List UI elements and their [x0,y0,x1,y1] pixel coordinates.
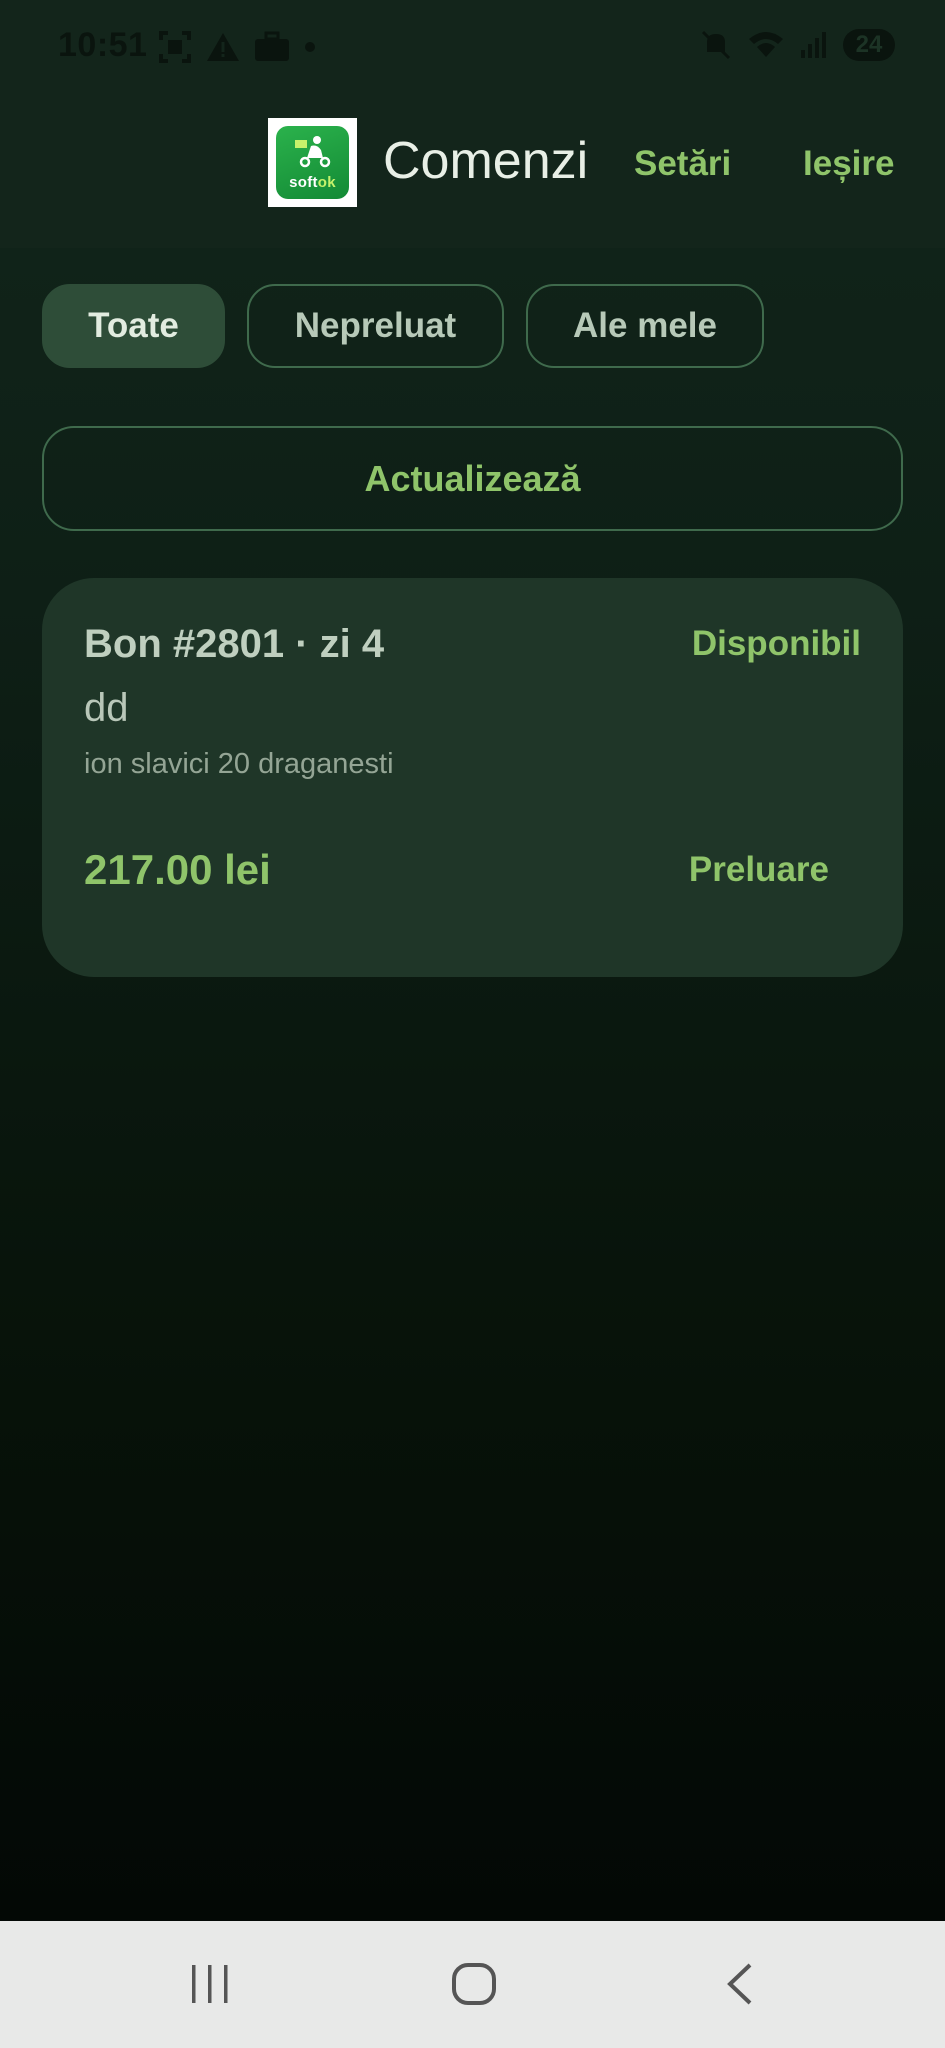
status-bar: 10:51 24 [0,0,945,98]
order-address: ion slavici 20 draganesti [84,748,394,780]
order-title: Bon #2801 · zi 4 [84,622,385,666]
order-status-badge: Disponibil [691,624,861,663]
recent-apps-icon[interactable] [188,1959,232,2009]
settings-link[interactable]: Setări [634,144,731,184]
wifi-icon [749,32,783,57]
screenshot-icon [159,31,191,63]
briefcase-icon [255,31,289,61]
dot-icon [305,42,315,52]
signal-icon [801,32,826,58]
claim-order-button[interactable]: Preluare [689,850,829,890]
app-logo: softok [268,118,357,207]
page-title: Comenzi [383,132,589,190]
status-time: 10:51 [58,26,148,64]
app-header: softok Comenzi Setări Ieșire [0,98,945,248]
status-icons-left [158,30,316,64]
battery-icon: 24 [843,29,895,61]
filter-chip-mine[interactable]: Ale mele [526,284,764,368]
logo-text-ok: ok [317,174,336,191]
logo-text-soft: soft [289,174,318,191]
filter-chip-unclaimed[interactable]: Nepreluat [247,284,504,368]
home-icon[interactable] [450,1959,498,2009]
order-price: 217.00 lei [84,846,271,893]
filter-chip-all[interactable]: Toate [42,284,225,368]
warning-icon [207,33,239,61]
system-nav-bar [0,1921,945,2048]
order-customer: dd [84,686,129,730]
delivery-scooter-icon [295,136,331,168]
refresh-button[interactable]: Actualizează [42,426,903,531]
exit-link[interactable]: Ieșire [803,144,894,184]
logo-badge: softok [276,126,349,199]
order-card[interactable]: Bon #2801 · zi 4 Disponibil dd ion slavi… [42,578,903,977]
logo-text: softok [289,174,336,191]
mute-icon [701,30,731,60]
back-icon[interactable] [722,1959,758,2009]
status-icons-right: 24 [699,28,895,62]
